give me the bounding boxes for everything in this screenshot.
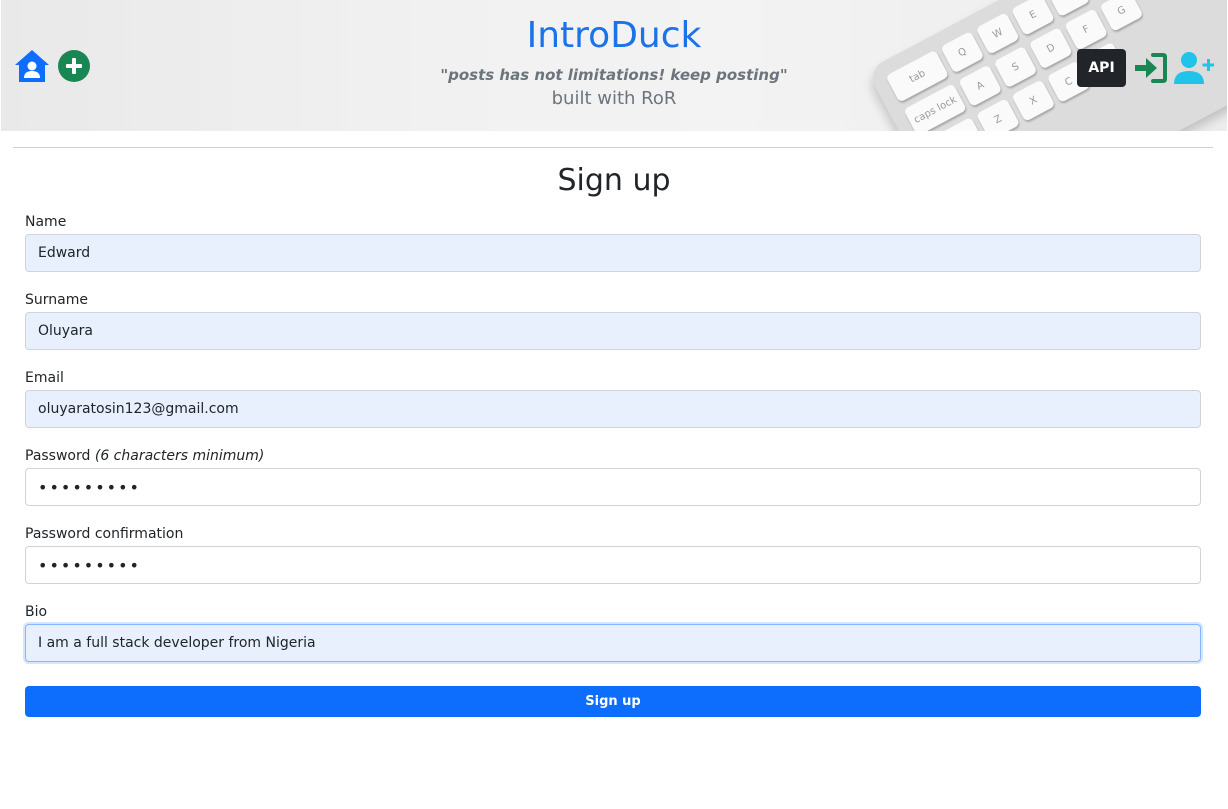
sign-up-button[interactable]: Sign up [25,686,1201,717]
surname-label: Surname [25,292,88,308]
password-label: Password (6 characters minimum) [25,447,1201,468]
password-label-text: Password [25,448,91,464]
email-input[interactable] [25,390,1201,428]
surname-field-group: Surname [25,291,1201,369]
password-field-group: Password (6 characters minimum) [25,447,1201,525]
name-label: Name [25,214,67,230]
brand-block: IntroDuck "posts has not limitations! ke… [1,14,1227,109]
brand-tagline: "posts has not limitations! keep posting… [440,66,788,84]
name-field-group: Name [25,213,1201,291]
page-title: Sign up [557,163,671,198]
header-right-nav: API [1077,49,1214,87]
password-confirmation-input[interactable] [25,546,1201,584]
password-input[interactable] [25,468,1201,506]
site-header: tab Q W E R T caps lock A S D F G shift … [1,0,1227,131]
password-confirmation-field-group: Password confirmation [25,525,1201,603]
api-button[interactable]: API [1077,49,1126,87]
brand-title[interactable]: IntroDuck [1,14,1227,58]
header-divider [13,147,1213,148]
email-field-group: Email [25,369,1201,447]
password-hint: (6 characters minimum) [94,448,265,464]
bio-field-group: Bio [25,603,1201,681]
bio-label: Bio [25,604,48,620]
bio-input[interactable] [25,624,1201,662]
user-plus-icon[interactable] [1174,51,1214,85]
brand-subtitle: built with RoR [551,88,677,109]
name-input[interactable] [25,234,1201,272]
password-confirmation-label: Password confirmation [25,526,184,542]
signup-form: Name Surname Email Password (6 character… [25,213,1201,681]
surname-input[interactable] [25,312,1201,350]
sign-in-icon[interactable] [1133,53,1167,83]
email-label: Email [25,370,64,386]
